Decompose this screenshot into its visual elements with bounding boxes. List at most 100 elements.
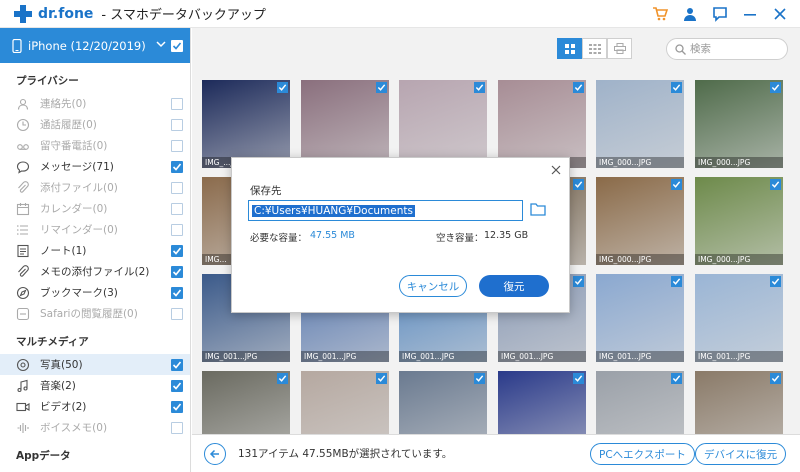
- sidebar-item[interactable]: Safariの閲覧履歴(0): [0, 303, 190, 324]
- photo-filename: IMG_000...JPG: [596, 157, 684, 168]
- sidebar-item-checkbox[interactable]: [171, 182, 183, 194]
- photo-checkbox[interactable]: [573, 373, 584, 384]
- sidebar-item[interactable]: ノート(1): [0, 240, 190, 261]
- grid-view-button[interactable]: [557, 38, 582, 59]
- photo-checkbox[interactable]: [770, 82, 781, 93]
- check-icon: [574, 181, 583, 188]
- sidebar-item[interactable]: カレンダー(0): [0, 198, 190, 219]
- save-path-input[interactable]: C:¥Users¥HUANG¥Documents: [248, 200, 523, 221]
- sidebar-item-checkbox[interactable]: [171, 401, 183, 413]
- sidebar-item-checkbox[interactable]: [171, 287, 183, 299]
- chevron-down-icon[interactable]: [156, 38, 166, 50]
- sidebar-item-checkbox[interactable]: [171, 161, 183, 173]
- sidebar-item-checkbox[interactable]: [171, 308, 183, 320]
- photo-thumbnail[interactable]: IMG_000...JPG: [596, 80, 684, 168]
- photo-checkbox[interactable]: [474, 82, 485, 93]
- restore-to-device-button[interactable]: デバイスに復元: [695, 443, 787, 465]
- sidebar-item[interactable]: メッセージ(71): [0, 156, 190, 177]
- sidebar-item[interactable]: 写真(0): [0, 468, 190, 472]
- sidebar-item[interactable]: 音楽(2): [0, 375, 190, 396]
- sidebar-section-title: Appデータ: [16, 450, 71, 462]
- photo-thumbnail[interactable]: IMG_000...JPG: [695, 80, 783, 168]
- photo-checkbox[interactable]: [770, 276, 781, 287]
- photo-thumbnail[interactable]: IMG_001...JPG: [399, 80, 487, 168]
- sidebar-item[interactable]: 添付ファイル(0): [0, 177, 190, 198]
- print-view-button[interactable]: [607, 38, 632, 59]
- sidebar-item-checkbox[interactable]: [171, 98, 183, 110]
- back-button[interactable]: [204, 442, 226, 465]
- user-icon[interactable]: [680, 4, 700, 24]
- search-box[interactable]: [666, 38, 788, 60]
- cart-icon[interactable]: [650, 4, 670, 24]
- photo-checkbox[interactable]: [671, 82, 682, 93]
- sidebar-item[interactable]: ボイスメモ(0): [0, 417, 190, 438]
- minimize-icon[interactable]: [740, 4, 760, 24]
- photo-checkbox[interactable]: [573, 276, 584, 287]
- check-icon: [278, 375, 287, 382]
- sidebar-item[interactable]: 通話履歴(0): [0, 114, 190, 135]
- grid-view-icon: [564, 43, 575, 54]
- photo-thumbnail[interactable]: IMG_000...JPG: [596, 177, 684, 265]
- bookmark-icon: [16, 286, 30, 300]
- photo-checkbox[interactable]: [376, 373, 387, 384]
- photo-checkbox[interactable]: [474, 373, 485, 384]
- sidebar-item[interactable]: ビデオ(2): [0, 396, 190, 417]
- sidebar-section-title: プライバシー: [16, 75, 79, 87]
- photo-checkbox[interactable]: [376, 82, 387, 93]
- photo-thumbnail[interactable]: IMG_001...JPG: [301, 80, 389, 168]
- sidebar-item-checkbox[interactable]: [171, 245, 183, 257]
- sidebar-item-label: Safariの閲覧履歴(0): [40, 308, 138, 320]
- sidebar-item-checkbox[interactable]: [171, 140, 183, 152]
- dialog-close-icon[interactable]: [551, 163, 561, 179]
- sidebar-item-checkbox[interactable]: [171, 266, 183, 278]
- photo-thumbnail[interactable]: IMG_001...JPG: [596, 274, 684, 362]
- photo-thumbnail[interactable]: IMG_001...JPG: [498, 80, 586, 168]
- sidebar-item[interactable]: 留守番電話(0): [0, 135, 190, 156]
- photo-checkbox[interactable]: [671, 373, 682, 384]
- cancel-button[interactable]: キャンセル: [399, 275, 467, 297]
- export-to-pc-button[interactable]: PCへエクスポート: [590, 443, 695, 465]
- sidebar-item[interactable]: ブックマーク(3): [0, 282, 190, 303]
- sidebar-item[interactable]: 写真(50): [0, 354, 190, 375]
- folder-icon[interactable]: [530, 202, 546, 219]
- photo-thumbnail[interactable]: IMG_...JPG: [202, 80, 290, 168]
- device-selector[interactable]: iPhone (12/20/2019): [0, 28, 190, 63]
- photo-checkbox[interactable]: [770, 373, 781, 384]
- sidebar-item[interactable]: リマインダー(0): [0, 219, 190, 240]
- feedback-icon[interactable]: [710, 4, 730, 24]
- small-grid-view-button[interactable]: [582, 38, 607, 59]
- photo-checkbox[interactable]: [573, 82, 584, 93]
- save-path-value: C:¥Users¥HUANG¥Documents: [252, 204, 415, 217]
- device-select-all-checkbox[interactable]: [171, 40, 183, 52]
- photo-checkbox[interactable]: [671, 276, 682, 287]
- sidebar-item[interactable]: メモの添付ファイル(2): [0, 261, 190, 282]
- sidebar-item-label: 留守番電話(0): [40, 140, 108, 152]
- photo-checkbox[interactable]: [770, 179, 781, 190]
- check-icon: [574, 84, 583, 91]
- logo-cross-icon: [14, 4, 32, 23]
- photo-checkbox[interactable]: [277, 373, 288, 384]
- photo-thumbnail[interactable]: IMG_000...JPG: [695, 177, 783, 265]
- search-input[interactable]: [690, 43, 780, 55]
- check-icon: [172, 247, 182, 255]
- sidebar-item-checkbox[interactable]: [171, 119, 183, 131]
- restore-button[interactable]: 復元: [479, 275, 549, 297]
- sidebar-item-checkbox[interactable]: [171, 203, 183, 215]
- sidebar-item-checkbox[interactable]: [171, 422, 183, 434]
- voicemail-icon: [16, 139, 30, 153]
- close-icon[interactable]: [770, 4, 790, 24]
- photo-filename: IMG_001...JPG: [498, 351, 586, 362]
- sidebar-item-label: リマインダー(0): [40, 224, 118, 236]
- attachment-icon: [16, 180, 30, 195]
- sidebar-item[interactable]: 連絡先(0): [0, 93, 190, 114]
- sidebar-item-checkbox[interactable]: [171, 224, 183, 236]
- sidebar-item-checkbox[interactable]: [171, 359, 183, 371]
- sidebar-item-checkbox[interactable]: [171, 380, 183, 392]
- photo-checkbox[interactable]: [573, 179, 584, 190]
- photo-checkbox[interactable]: [671, 179, 682, 190]
- photo-thumbnail[interactable]: IMG_001...JPG: [695, 274, 783, 362]
- music-icon: [16, 379, 30, 393]
- check-icon: [172, 403, 182, 411]
- photo-checkbox[interactable]: [277, 82, 288, 93]
- photo-filename: IMG_001...JPG: [301, 351, 389, 362]
